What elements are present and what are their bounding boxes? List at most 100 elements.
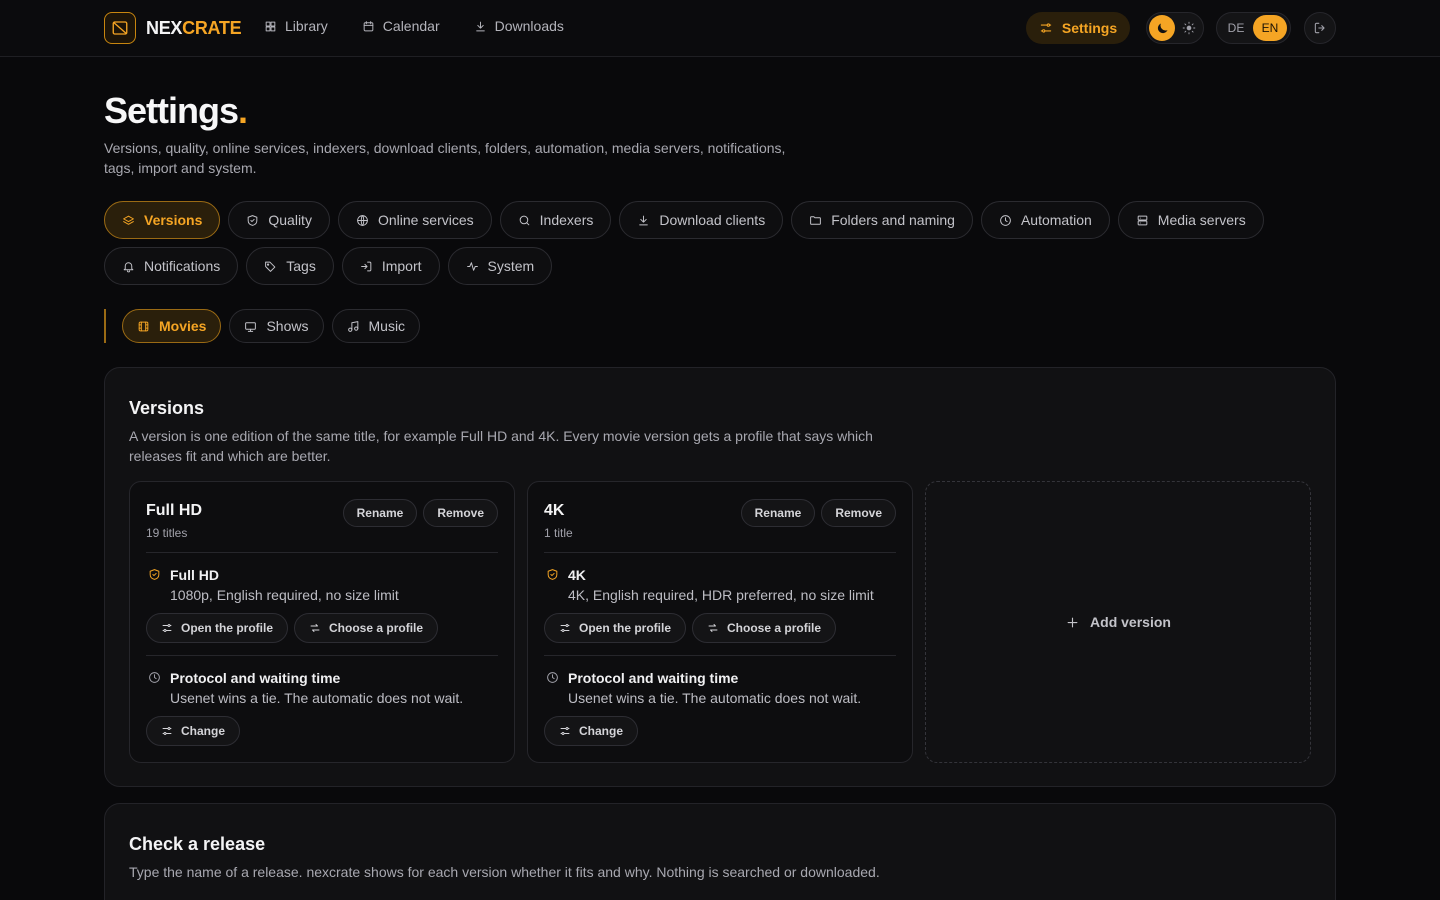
nav-downloads-label: Downloads <box>494 18 564 34</box>
choose-profile-button[interactable]: Choose a profile <box>692 613 837 643</box>
tab-tags-label: Tags <box>286 258 316 274</box>
add-version-button[interactable]: Add version <box>925 481 1311 763</box>
moon-icon[interactable] <box>1149 15 1175 41</box>
tv-icon <box>244 320 257 333</box>
settings-tabs-row-1: Versions Quality Online services Indexer… <box>104 201 1264 239</box>
profile-description: 1080p, English required, no size limit <box>170 587 399 603</box>
activity-icon <box>466 260 479 273</box>
clock-icon <box>148 671 161 684</box>
tab-notifications-label: Notifications <box>144 258 221 274</box>
tab-online-services[interactable]: Online services <box>337 201 492 239</box>
download-icon <box>474 20 487 33</box>
language-toggle: DE EN <box>1216 12 1291 44</box>
profile-title: Full HD <box>170 567 219 583</box>
tab-quality[interactable]: Quality <box>228 201 330 239</box>
music-icon <box>347 320 360 333</box>
top-navigation-bar: NEXCRATE Library Calendar Downloads Sett… <box>0 0 1440 57</box>
theme-toggle[interactable] <box>1146 12 1204 44</box>
tab-media-servers[interactable]: Media servers <box>1117 201 1264 239</box>
settings-tabs-row-2: Notifications Tags Import System <box>104 247 553 285</box>
change-button[interactable]: Change <box>146 716 241 746</box>
main-nav: Library Calendar Downloads <box>264 18 564 34</box>
protocol-title: Protocol and waiting time <box>568 670 739 686</box>
plus-icon <box>1065 615 1080 630</box>
check-release-card: Check a release Type the name of a relea… <box>104 803 1336 900</box>
calendar-icon <box>362 20 375 33</box>
tab-system-label: System <box>487 258 535 274</box>
change-label: Change <box>181 724 226 738</box>
version-name: Full HD <box>146 502 202 519</box>
protocol-title: Protocol and waiting time <box>170 670 341 686</box>
tab-versions[interactable]: Versions <box>104 201 221 239</box>
check-release-description: Type the name of a release. nexcrate sho… <box>129 864 880 880</box>
language-de[interactable]: DE <box>1219 15 1253 41</box>
tab-automation[interactable]: Automation <box>980 201 1110 239</box>
page-title: Settings. <box>104 90 248 131</box>
shield-check-icon <box>546 568 559 581</box>
tab-online-services-label: Online services <box>377 212 474 228</box>
film-icon <box>137 320 150 333</box>
import-icon <box>360 260 373 273</box>
tab-folders-and-naming[interactable]: Folders and naming <box>791 201 973 239</box>
settings-button[interactable]: Settings <box>1026 12 1130 44</box>
tab-download-clients[interactable]: Download clients <box>619 201 784 239</box>
sun-icon[interactable] <box>1182 21 1196 35</box>
rename-button[interactable]: Rename <box>740 499 816 527</box>
tag-icon <box>264 260 277 273</box>
tab-versions-label: Versions <box>144 212 203 228</box>
tab-music[interactable]: Music <box>331 309 421 343</box>
tab-notifications[interactable]: Notifications <box>104 247 239 285</box>
layers-icon <box>122 214 135 227</box>
versions-title: Versions <box>129 398 205 418</box>
nav-calendar-label: Calendar <box>382 18 440 34</box>
remove-button[interactable]: Remove <box>423 499 498 527</box>
sliders-icon <box>161 622 173 634</box>
open-profile-button[interactable]: Open the profile <box>544 613 687 643</box>
open-profile-button[interactable]: Open the profile <box>146 613 289 643</box>
tab-quality-label: Quality <box>268 212 312 228</box>
check-release-title: Check a release <box>129 834 266 854</box>
tab-movies[interactable]: Movies <box>122 309 222 343</box>
logout-button[interactable] <box>1304 12 1336 44</box>
language-en[interactable]: EN <box>1253 15 1287 41</box>
divider <box>544 655 896 656</box>
tab-shows[interactable]: Shows <box>229 309 324 343</box>
version-actions: Rename Remove <box>342 499 498 527</box>
add-version-label: Add version <box>1090 614 1171 630</box>
version-name: 4K <box>544 502 565 519</box>
rename-button[interactable]: Rename <box>342 499 418 527</box>
protocol-description: Usenet wins a tie. The automatic does no… <box>568 690 862 706</box>
change-button[interactable]: Change <box>544 716 639 746</box>
nav-library[interactable]: Library <box>264 18 328 34</box>
tab-indexers[interactable]: Indexers <box>499 201 612 239</box>
divider <box>146 552 498 553</box>
clock-icon <box>546 671 559 684</box>
tab-indexers-label: Indexers <box>539 212 594 228</box>
remove-button[interactable]: Remove <box>821 499 896 527</box>
logout-icon <box>1313 21 1327 35</box>
bell-icon <box>122 260 135 273</box>
sliders-icon <box>161 725 173 737</box>
divider <box>146 655 498 656</box>
tab-tags[interactable]: Tags <box>246 247 334 285</box>
tab-automation-label: Automation <box>1020 212 1092 228</box>
tab-system[interactable]: System <box>447 247 553 285</box>
download-icon <box>637 214 650 227</box>
tab-import[interactable]: Import <box>341 247 440 285</box>
profile-description: 4K, English required, HDR preferred, no … <box>568 587 874 603</box>
logo-icon <box>104 12 136 44</box>
swap-icon <box>309 622 321 634</box>
choose-profile-button[interactable]: Choose a profile <box>294 613 439 643</box>
protocol-actions: Change <box>544 716 639 746</box>
nav-downloads[interactable]: Downloads <box>474 18 564 34</box>
version-card-full-hd: Full HD 19 titles Rename Remove Full HD … <box>129 481 515 763</box>
profile-actions: Open the profile Choose a profile <box>146 613 439 643</box>
divider <box>544 552 896 553</box>
sliders-icon <box>559 725 571 737</box>
brand-logo[interactable]: NEXCRATE <box>104 12 242 44</box>
server-icon <box>1136 214 1149 227</box>
nav-calendar[interactable]: Calendar <box>362 18 440 34</box>
sliders-icon <box>559 622 571 634</box>
search-icon <box>518 214 531 227</box>
tab-download-clients-label: Download clients <box>659 212 766 228</box>
